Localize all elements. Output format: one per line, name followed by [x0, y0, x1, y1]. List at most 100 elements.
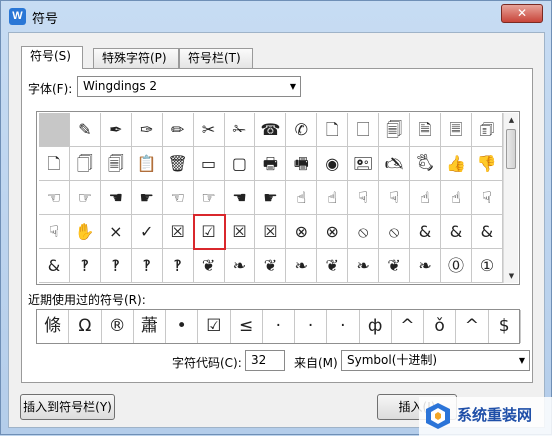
- symbol-cell[interactable]: ✑: [131, 113, 163, 147]
- symbol-cell[interactable]: 🗍: [69, 147, 101, 181]
- symbol-cell[interactable]: ☟: [348, 181, 380, 215]
- symbol-cell[interactable]: ☒: [162, 215, 194, 249]
- symbol-cell[interactable]: 🖭: [348, 147, 380, 181]
- symbol-cell[interactable]: ⓪: [440, 249, 472, 283]
- recent-symbol-cell[interactable]: •: [166, 310, 199, 343]
- symbol-cell[interactable]: ✆: [286, 113, 318, 147]
- recent-symbol-cell[interactable]: ≤: [231, 310, 263, 343]
- title-bar[interactable]: W 符号 ✕: [1, 1, 551, 31]
- tab-special-chars[interactable]: 特殊字符(P): [93, 48, 179, 68]
- recent-symbol-cell[interactable]: 蕭: [134, 310, 166, 343]
- recent-symbol-cell[interactable]: ·: [295, 310, 328, 343]
- symbol-cell[interactable]: ‽: [162, 249, 194, 283]
- symbol-cell[interactable]: 🗋: [317, 113, 349, 147]
- symbol-cell[interactable]: ‽: [100, 249, 132, 283]
- symbol-cell[interactable]: ☟: [39, 215, 70, 249]
- symbol-cell[interactable]: ‽: [131, 249, 163, 283]
- symbol-cell[interactable]: ▢: [224, 147, 256, 181]
- symbol-cell[interactable]: &: [440, 215, 472, 249]
- symbol-cell[interactable]: ✏: [162, 113, 194, 147]
- symbol-cell[interactable]: ☝: [410, 181, 441, 215]
- symbol-cell[interactable]: ‽: [69, 249, 101, 283]
- symbol-cell[interactable]: 🗐: [379, 113, 411, 147]
- recent-symbol-cell[interactable]: ǒ: [424, 310, 457, 343]
- recent-symbol-cell[interactable]: ·: [263, 310, 295, 343]
- symbol-cell[interactable]: 🖶: [255, 147, 287, 181]
- symbol-cell[interactable]: ⦸: [379, 215, 411, 249]
- symbol-cell[interactable]: ✁: [224, 113, 256, 147]
- symbol-cell[interactable]: ×: [100, 215, 132, 249]
- symbol-cell[interactable]: ✎: [69, 113, 101, 147]
- symbol-cell[interactable]: ▭: [193, 147, 225, 181]
- symbol-cell[interactable]: 📋: [131, 147, 163, 181]
- symbol-cell[interactable]: ☒: [224, 215, 256, 249]
- symbol-cell[interactable]: ☜: [39, 181, 70, 215]
- symbol-grid-scrollbar[interactable]: ▲ ▼: [503, 113, 518, 283]
- symbol-cell[interactable]: 👍: [440, 147, 472, 181]
- symbol-cell[interactable]: 🗌: [348, 113, 380, 147]
- symbol-cell[interactable]: ☜: [162, 181, 194, 215]
- recent-symbol-cell[interactable]: ·: [327, 310, 360, 343]
- insert-to-symbol-bar-button[interactable]: 插入到符号栏(Y): [20, 394, 115, 420]
- symbol-cell[interactable]: ❧: [286, 249, 318, 283]
- recent-symbol-cell[interactable]: 條: [37, 310, 70, 343]
- font-select[interactable]: Wingdings 2 ▼: [77, 76, 301, 97]
- symbol-cell[interactable]: ☛: [255, 181, 287, 215]
- symbol-cell[interactable]: ❧: [410, 249, 441, 283]
- recent-symbol-cell[interactable]: ^: [456, 310, 489, 343]
- symbol-cell[interactable]: ☝: [286, 181, 318, 215]
- symbol-cell[interactable]: ①: [471, 249, 503, 283]
- symbol-cell[interactable]: 🖷: [286, 147, 318, 181]
- recent-symbol-cell[interactable]: ☑: [198, 310, 231, 343]
- symbol-cell[interactable]: ✂: [193, 113, 225, 147]
- from-select[interactable]: Symbol(十进制) ▼: [341, 350, 530, 371]
- symbol-cell[interactable]: [39, 113, 70, 147]
- symbol-cell[interactable]: ❦: [255, 249, 287, 283]
- scroll-up-icon[interactable]: ▲: [504, 113, 519, 127]
- symbol-cell[interactable]: ☟: [379, 181, 411, 215]
- recent-symbol-cell[interactable]: ф: [360, 310, 392, 343]
- symbol-cell[interactable]: 🗎: [410, 113, 441, 147]
- symbol-cell[interactable]: ❧: [224, 249, 256, 283]
- symbol-cell[interactable]: 🖏: [410, 147, 441, 181]
- symbol-cell[interactable]: ✋: [69, 215, 101, 249]
- symbol-cell[interactable]: 🗐: [100, 147, 132, 181]
- symbol-cell[interactable]: ☝: [440, 181, 472, 215]
- symbol-cell[interactable]: ☎: [255, 113, 287, 147]
- symbol-cell[interactable]: ❦: [193, 249, 225, 283]
- tab-symbols[interactable]: 符号(S): [21, 46, 83, 69]
- scroll-thumb[interactable]: [506, 129, 516, 169]
- symbol-cell[interactable]: 🗑: [162, 147, 194, 181]
- symbol-cell[interactable]: ☑: [192, 214, 226, 250]
- symbol-cell[interactable]: 👎: [471, 147, 503, 181]
- symbol-cell[interactable]: ⊗: [286, 215, 318, 249]
- symbol-cell[interactable]: ❦: [379, 249, 411, 283]
- symbol-cell[interactable]: ✓: [131, 215, 163, 249]
- symbol-cell[interactable]: 🖎: [379, 147, 411, 181]
- recent-symbol-cell[interactable]: Ω: [69, 310, 102, 343]
- symbol-cell[interactable]: ☞: [193, 181, 225, 215]
- symbol-cell[interactable]: ✒: [100, 113, 132, 147]
- symbol-cell[interactable]: ☛: [131, 181, 163, 215]
- recent-symbol-cell[interactable]: ^: [392, 310, 424, 343]
- symbol-cell[interactable]: &: [39, 249, 70, 283]
- tab-symbol-bar[interactable]: 符号栏(T): [179, 48, 253, 68]
- symbol-cell[interactable]: ❦: [317, 249, 349, 283]
- char-code-input[interactable]: 32: [245, 350, 285, 371]
- symbol-cell[interactable]: ☚: [100, 181, 132, 215]
- recent-symbol-cell[interactable]: ®: [102, 310, 134, 343]
- symbol-cell[interactable]: ☞: [69, 181, 101, 215]
- symbol-cell[interactable]: 🗋: [39, 147, 70, 181]
- symbol-cell[interactable]: ☚: [224, 181, 256, 215]
- symbol-cell[interactable]: 🗊: [471, 113, 503, 147]
- symbol-cell[interactable]: &: [471, 215, 503, 249]
- recent-symbol-cell[interactable]: $: [489, 310, 521, 343]
- close-button[interactable]: ✕: [501, 4, 543, 23]
- symbol-cell[interactable]: &: [410, 215, 441, 249]
- symbol-cell[interactable]: ⦸: [348, 215, 380, 249]
- scroll-down-icon[interactable]: ▼: [504, 269, 519, 283]
- symbol-cell[interactable]: 🗏: [440, 113, 472, 147]
- symbol-cell[interactable]: ⊗: [317, 215, 349, 249]
- symbol-cell[interactable]: ☟: [471, 181, 503, 215]
- symbol-cell[interactable]: ☝: [317, 181, 349, 215]
